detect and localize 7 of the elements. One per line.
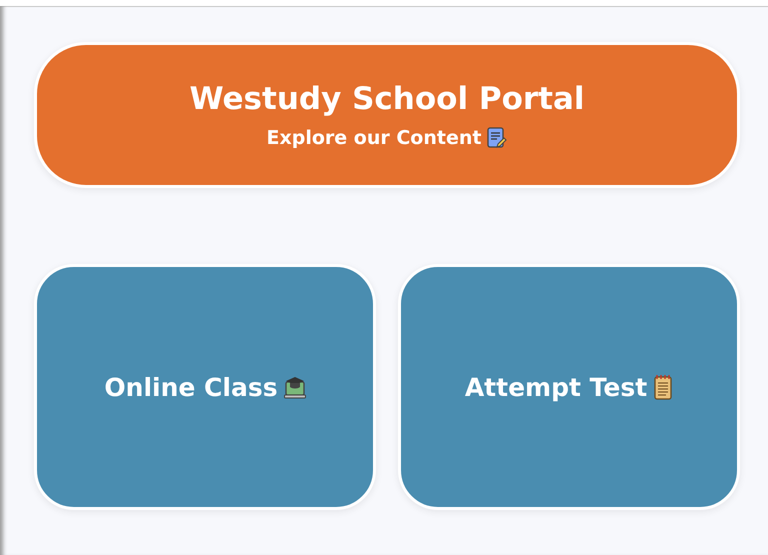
notepad-pencil-icon (487, 127, 508, 149)
portal-card[interactable]: Attempt Test (398, 264, 740, 510)
notepad-icon (653, 374, 674, 400)
portal-card[interactable]: Online Class (34, 264, 376, 510)
laptop-graduation-cap-icon (284, 375, 306, 399)
portal-subtitle: Explore our Content (266, 127, 482, 149)
portal-title: Westudy School Portal (189, 81, 585, 117)
